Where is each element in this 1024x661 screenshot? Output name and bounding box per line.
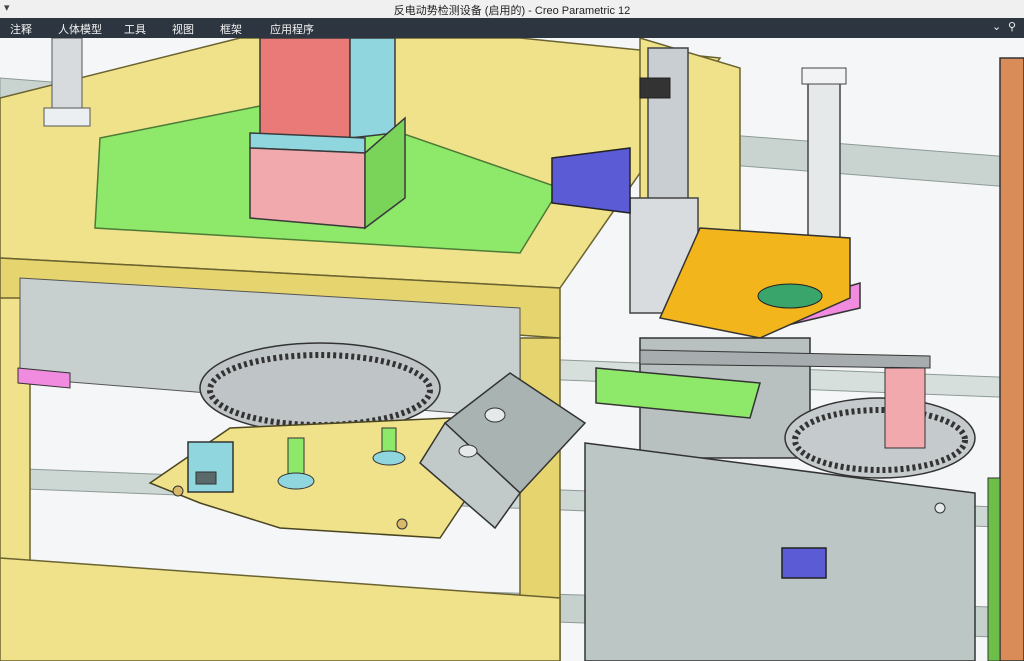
menu-annotate[interactable]: 注释 <box>10 21 32 37</box>
3d-model-canvas <box>0 38 1024 661</box>
graphics-viewport[interactable] <box>0 38 1024 661</box>
menu-applications[interactable]: 应用程序 <box>270 21 314 37</box>
menu-tools[interactable]: 工具 <box>124 21 146 37</box>
sensor-box <box>187 441 234 493</box>
menu-bar: 注释 人体模型 工具 视图 框架 应用程序 ⌄ ⚲ <box>0 18 1024 38</box>
menu-view[interactable]: 视图 <box>172 21 194 37</box>
block-stack <box>249 38 406 230</box>
brown-column <box>999 57 1024 661</box>
menu-framework[interactable]: 框架 <box>220 21 242 37</box>
menu-manikin[interactable]: 人体模型 <box>58 21 102 37</box>
help-icon[interactable]: ⚲ <box>1008 20 1016 33</box>
title-bar: ▾ 反电动势检测设备 (启用的) - Creo Parametric 12 <box>0 0 1024 19</box>
turntable-hole <box>172 485 184 497</box>
right-green-strip <box>987 477 1001 661</box>
window-title: 反电动势检测设备 (启用的) - Creo Parametric 12 <box>393 5 631 17</box>
ribbon-collapse-icon[interactable]: ⌄ <box>992 20 1001 33</box>
turntable-hole <box>396 518 408 530</box>
green-disc <box>757 283 823 309</box>
